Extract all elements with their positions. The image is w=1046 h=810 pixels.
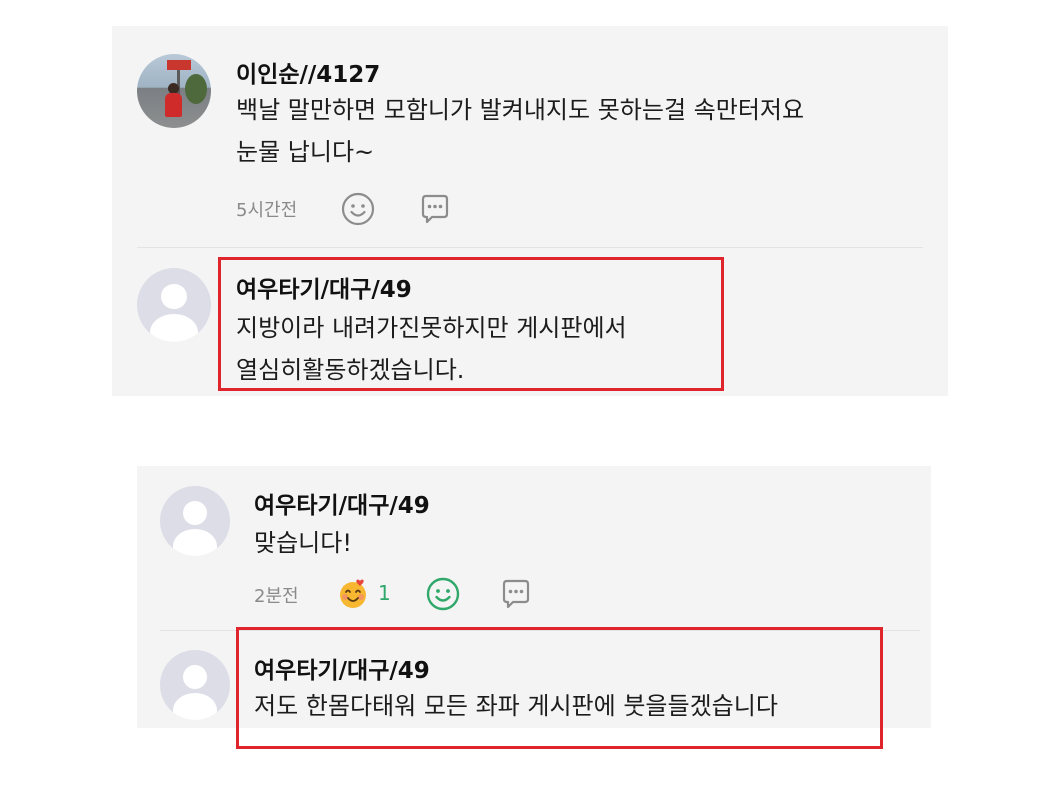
speech-bubble-icon[interactable] <box>499 577 533 611</box>
comment-author[interactable]: 여우타기/대구/49 <box>254 486 430 520</box>
avatar-photo-person-body <box>165 93 182 117</box>
avatar-body <box>150 313 198 342</box>
comment-text-line-1: 맞습니다! <box>254 529 352 557</box>
avatar-head <box>183 501 207 526</box>
reaction-count: 1 <box>378 581 391 605</box>
smiling-emoji-with-hearts-icon[interactable] <box>336 577 370 611</box>
comment-author[interactable]: 여우타기/대구/49 <box>254 651 430 685</box>
comment-text-line-1: 저도 한몸다태워 모든 좌파 게시판에 붓을들겠습니다 <box>254 692 778 720</box>
avatar-head <box>161 284 187 310</box>
smiley-icon[interactable] <box>426 577 460 611</box>
avatar[interactable] <box>160 486 230 556</box>
avatar-photo-sign <box>167 60 191 70</box>
speech-bubble-icon[interactable] <box>418 192 452 226</box>
comment-text-line-2: 눈물 납니다~ <box>236 138 375 166</box>
comment-time: 2분전 <box>254 586 299 607</box>
comment-divider <box>137 247 923 248</box>
comment-text-line-1: 백날 말만하면 모함니가 발켜내지도 못하는걸 속만터저요 <box>236 96 805 124</box>
avatar-body <box>172 693 218 720</box>
comment-time: 5시간전 <box>236 200 298 221</box>
smiley-icon[interactable] <box>341 192 375 226</box>
avatar-head <box>183 665 207 690</box>
avatar[interactable] <box>137 268 211 342</box>
comment-text-line-2: 열심히활동하겠습니다. <box>236 356 465 384</box>
comment-author[interactable]: 여우타기/대구/49 <box>236 270 412 304</box>
avatar[interactable] <box>160 650 230 720</box>
comment-author[interactable]: 이인순//4127 <box>236 55 380 89</box>
comment-text-line-1: 지방이라 내려가진못하지만 게시판에서 <box>236 314 627 342</box>
comment-divider <box>160 630 920 631</box>
avatar[interactable] <box>137 54 211 128</box>
avatar-photo-tree <box>185 74 207 104</box>
avatar-body <box>172 529 218 556</box>
